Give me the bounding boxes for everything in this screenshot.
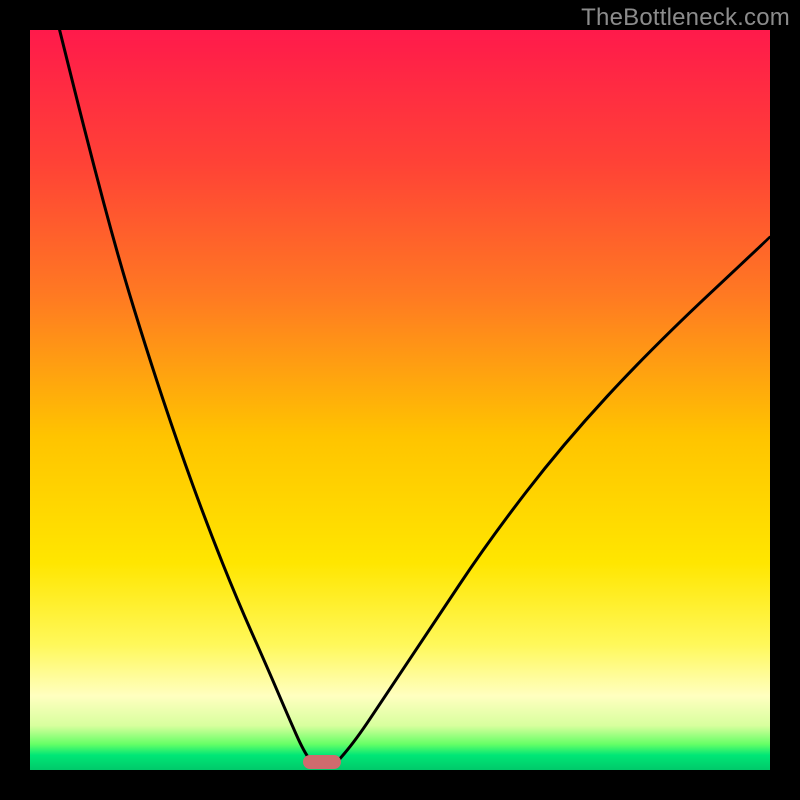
chart-canvas: [30, 30, 770, 770]
watermark-text: TheBottleneck.com: [581, 4, 790, 32]
plot-area: [30, 30, 770, 770]
outer-frame: TheBottleneck.com: [0, 0, 800, 800]
gradient-background: [30, 30, 770, 770]
minimum-marker: [303, 755, 341, 769]
